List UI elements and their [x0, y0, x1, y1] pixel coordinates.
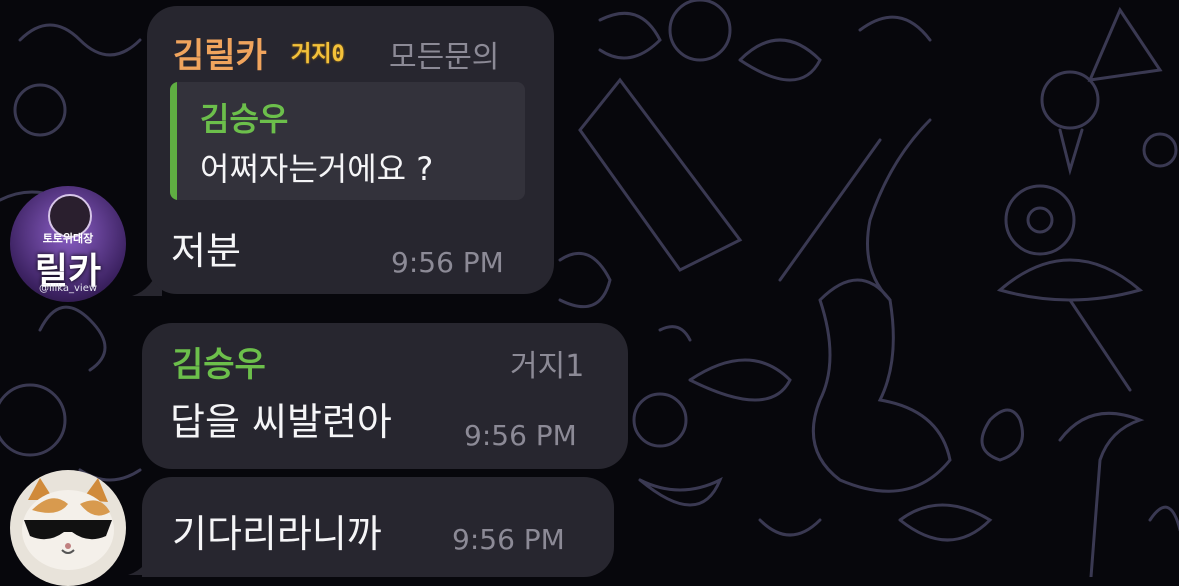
message-bubble-3[interactable]: 기다리라니까 9:56 PM [142, 477, 614, 577]
message-bubble-1[interactable]: 김릴카 거지0 모든문의 김승우 어쩌자는거에요 ? 저분 9:56 PM [147, 6, 554, 294]
message-time: 9:56 PM [464, 419, 577, 452]
reply-accent-bar [170, 82, 177, 200]
message-bubble-2[interactable]: 김승우 거지1 답을 씨발련아 9:56 PM [142, 323, 628, 469]
avatar-cat[interactable] [10, 470, 126, 586]
avatar-lilka[interactable]: 토토위대장 릴카 @lilka_view [10, 186, 126, 302]
avatar-handle: @lilka_view [38, 283, 98, 294]
reply-sender-name: 김승우 [200, 100, 289, 138]
cat-with-sunglasses-icon [22, 478, 114, 570]
message-time: 9:56 PM [452, 523, 565, 556]
sender-role: 모든문의 [389, 40, 500, 75]
message-text: 기다리라니까 [172, 512, 382, 556]
reply-text: 어쩌자는거에요 ? [200, 150, 434, 188]
sender-name[interactable]: 김승우 [172, 337, 266, 386]
message-text: 답을 씨발련아 [170, 400, 392, 444]
message-time: 9:56 PM [391, 246, 504, 279]
user-badge: 거지0 [291, 42, 345, 67]
sender-name[interactable]: 김릴카 [173, 28, 267, 77]
sender-role: 거지1 [510, 349, 585, 384]
reply-quote[interactable]: 김승우 어쩌자는거에요 ? [170, 82, 525, 200]
message-text: 저분 [171, 229, 241, 273]
